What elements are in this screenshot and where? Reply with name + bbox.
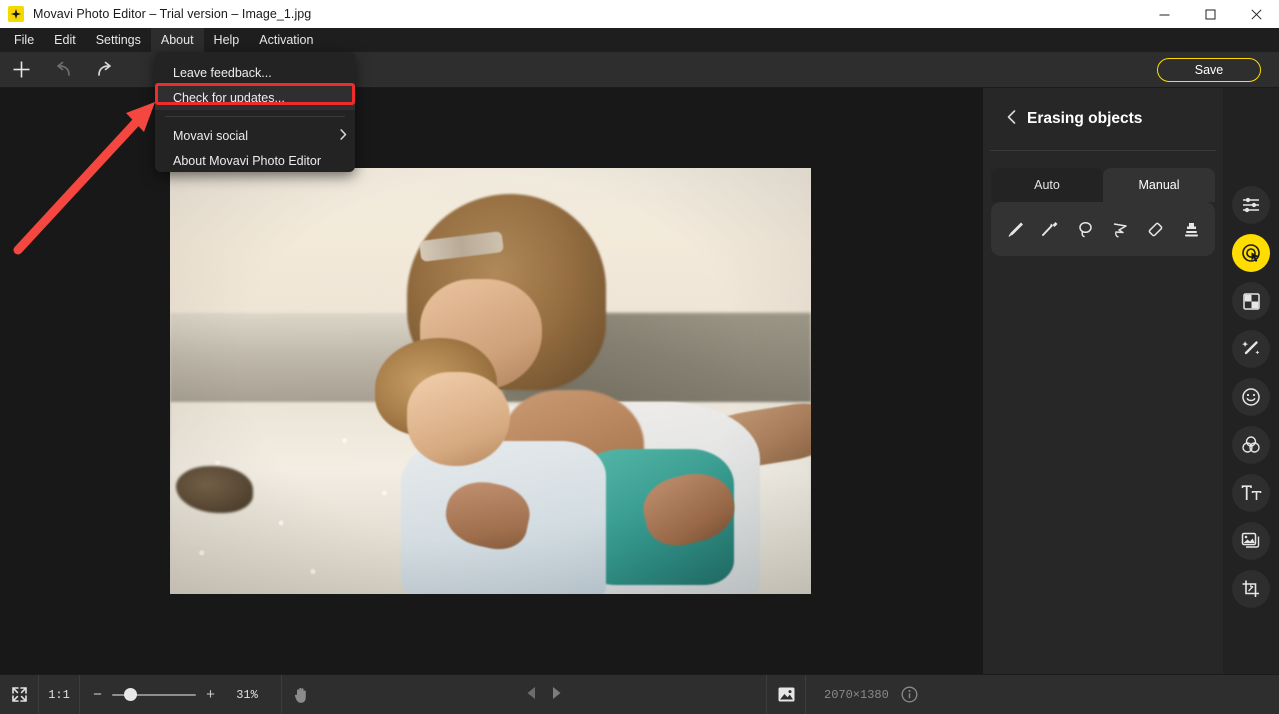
redo-arrow-icon[interactable]	[84, 52, 126, 88]
panel-divider	[990, 150, 1216, 151]
compare-image-icon[interactable]	[767, 675, 805, 714]
menu-item-help[interactable]: Help	[204, 28, 250, 52]
close-icon[interactable]	[1233, 0, 1279, 28]
text-tool-icon[interactable]	[1232, 474, 1270, 512]
menu-item-about[interactable]: About	[150, 28, 204, 52]
menu-option-leave-feedback[interactable]: Leave feedback...	[155, 60, 355, 85]
movavi-logo-icon	[8, 6, 24, 22]
menu-item-settings[interactable]: Settings	[86, 28, 151, 52]
zoom-controls: − + 31%	[80, 686, 281, 703]
zoom-in-button[interactable]: +	[205, 686, 216, 703]
fit-to-screen-icon[interactable]	[0, 675, 38, 714]
brush-tool-icon[interactable]	[1000, 214, 1030, 244]
next-triangle-icon[interactable]	[550, 686, 563, 703]
magic-wand-tool-icon[interactable]	[1035, 214, 1065, 244]
photo-canvas[interactable]	[170, 168, 811, 594]
about-dropdown-menu: Leave feedback... Check for updates... M…	[155, 52, 355, 172]
menu-item-activation[interactable]: Activation	[249, 28, 323, 52]
save-button[interactable]: Save	[1157, 58, 1261, 82]
zoom-out-button[interactable]: −	[92, 686, 103, 703]
magic-retouch-icon[interactable]	[1232, 330, 1270, 368]
window-controls	[1141, 0, 1279, 28]
polygonal-lasso-tool-icon[interactable]	[1106, 214, 1136, 244]
chevron-left-icon[interactable]	[1007, 110, 1016, 128]
menu-bar: File Edit Settings About Help Activation	[0, 28, 1279, 52]
actual-size-button[interactable]: 1:1	[39, 688, 79, 702]
right-panel-title: Erasing objects	[1027, 110, 1143, 127]
previous-triangle-icon[interactable]	[525, 686, 538, 703]
photo-vignette	[170, 168, 811, 594]
right-panel: Erasing objects Auto Manual	[983, 88, 1223, 674]
object-removal-icon[interactable]	[1232, 234, 1270, 272]
navigation-controls	[525, 686, 563, 703]
menu-item-edit[interactable]: Edit	[44, 28, 86, 52]
menu-option-movavi-social[interactable]: Movavi social	[155, 123, 355, 148]
image-dimensions-label: 2070×1380	[824, 687, 889, 702]
insert-image-icon[interactable]	[1232, 522, 1270, 560]
tab-manual[interactable]: Manual	[1103, 168, 1215, 202]
stamp-tool-icon[interactable]	[1176, 214, 1206, 244]
menu-divider	[165, 116, 345, 117]
mode-tabs: Auto Manual	[991, 168, 1215, 202]
eraser-tool-icon[interactable]	[1141, 214, 1171, 244]
title-bar: Movavi Photo Editor – Trial version – Im…	[0, 0, 1279, 28]
lasso-tool-icon[interactable]	[1070, 214, 1100, 244]
divider	[805, 674, 806, 714]
window-title: Movavi Photo Editor – Trial version – Im…	[33, 7, 312, 21]
crop-tool-icon[interactable]	[1232, 570, 1270, 608]
bottom-bar: 1:1 − + 31% 2070×1380	[0, 674, 1279, 714]
right-panel-header: Erasing objects	[983, 88, 1223, 150]
right-tool-rail	[1223, 88, 1279, 674]
hand-tool-icon[interactable]	[282, 675, 320, 714]
zoom-slider-knob[interactable]	[124, 687, 137, 701]
menu-option-about-movavi-photo-editor[interactable]: About Movavi Photo Editor	[155, 148, 355, 173]
app-window: Movavi Photo Editor – Trial version – Im…	[0, 0, 1279, 714]
undo-arrow-icon[interactable]	[42, 52, 84, 88]
maximize-icon[interactable]	[1187, 0, 1233, 28]
zoom-slider[interactable]	[112, 687, 196, 702]
menu-option-movavi-social-label: Movavi social	[173, 128, 249, 143]
tab-auto[interactable]: Auto	[991, 168, 1103, 202]
manual-tools-row	[991, 202, 1215, 256]
menu-option-check-for-updates[interactable]: Check for updates...	[155, 85, 355, 110]
info-icon[interactable]	[897, 675, 923, 714]
background-removal-icon[interactable]	[1232, 282, 1270, 320]
menu-item-file[interactable]: File	[4, 28, 44, 52]
color-effects-icon[interactable]	[1232, 426, 1270, 464]
plus-icon[interactable]	[0, 52, 42, 88]
chevron-right-icon	[340, 128, 347, 143]
face-retouch-icon[interactable]	[1232, 378, 1270, 416]
adjustments-icon[interactable]	[1232, 186, 1270, 224]
zoom-level-label: 31%	[236, 687, 258, 702]
photo-image	[170, 168, 811, 594]
canvas-workspace[interactable]	[0, 88, 983, 674]
minimize-icon[interactable]	[1141, 0, 1187, 28]
